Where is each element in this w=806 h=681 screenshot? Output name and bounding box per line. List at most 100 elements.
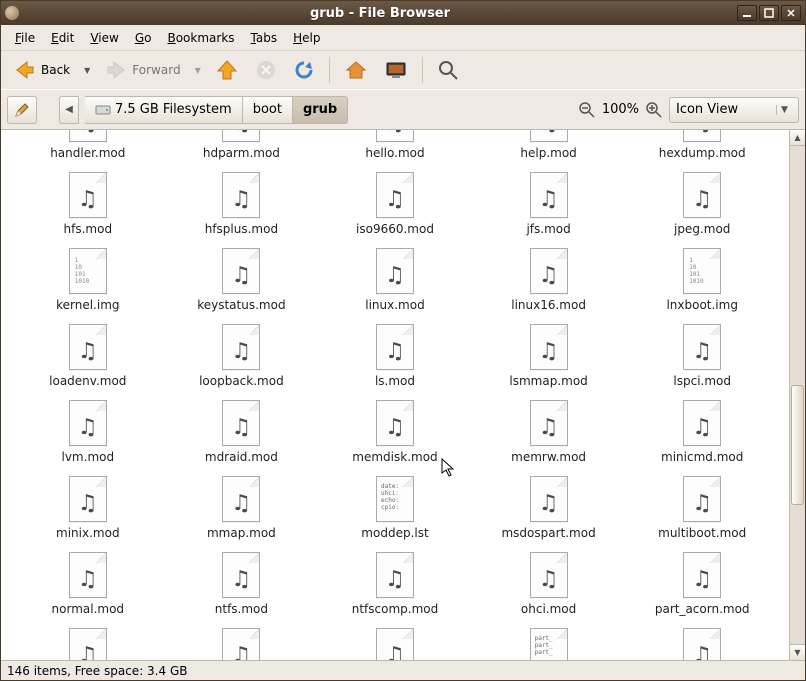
file-item[interactable]: ♫normal.mod: [11, 546, 165, 622]
search-button[interactable]: [431, 56, 465, 84]
scroll-thumb[interactable]: [791, 385, 804, 505]
toolbar-separator: [329, 57, 330, 83]
crumb-boot[interactable]: boot: [243, 96, 293, 124]
file-item[interactable]: ♫minicmd.mod: [625, 394, 779, 470]
file-item[interactable]: ♫iso9660.mod: [318, 166, 472, 242]
file-item[interactable]: ♫mdraid.mod: [165, 394, 319, 470]
file-item[interactable]: ♫loopback.mod: [165, 318, 319, 394]
crumb-grub-label: grub: [303, 102, 337, 117]
crumb-drive[interactable]: 7.5 GB Filesystem: [85, 96, 243, 124]
menu-help[interactable]: Help: [285, 28, 328, 48]
file-item[interactable]: ♫jpeg.mod: [625, 166, 779, 242]
file-item[interactable]: ♫part_acorn.mod: [625, 546, 779, 622]
vertical-scrollbar[interactable]: ▲ ▼: [789, 130, 805, 660]
icon-view-area[interactable]: ♫handler.mod♫hdparm.mod♫hello.mod♫help.m…: [1, 130, 789, 660]
minimize-button[interactable]: [737, 5, 757, 21]
zoom-in-icon: [645, 101, 663, 119]
back-button[interactable]: Back: [7, 55, 76, 85]
menu-view[interactable]: View: [82, 28, 126, 48]
file-item[interactable]: ♫help.mod: [472, 130, 626, 166]
home-icon: [344, 58, 368, 82]
file-icon: ♫: [374, 170, 416, 220]
file-icon: ♫: [220, 626, 262, 660]
menu-edit[interactable]: Edit: [43, 28, 82, 48]
computer-button[interactable]: [378, 55, 414, 85]
file-item[interactable]: ♫multiboot.mod: [625, 470, 779, 546]
file-item[interactable]: part_ part_ part_: [472, 622, 626, 660]
file-icon: ♫: [220, 130, 262, 144]
file-icon: ♫: [220, 170, 262, 220]
file-item[interactable]: ♫loadenv.mod: [11, 318, 165, 394]
file-icon: ♫: [220, 246, 262, 296]
file-item[interactable]: ♫lsmmap.mod: [472, 318, 626, 394]
scroll-track[interactable]: [790, 146, 805, 644]
file-label: part_acorn.mod: [655, 602, 750, 616]
file-label: ntfs.mod: [215, 602, 268, 616]
file-item[interactable]: ♫handler.mod: [11, 130, 165, 166]
file-item[interactable]: 1 10 101 1010kernel.img: [11, 242, 165, 318]
drive-icon: [95, 103, 111, 117]
file-item[interactable]: ♫ls.mod: [318, 318, 472, 394]
file-icon: ♫: [67, 130, 109, 144]
search-icon: [437, 59, 459, 81]
chevron-down-icon: ▼: [776, 105, 792, 115]
file-item[interactable]: ♫hfs.mod: [11, 166, 165, 242]
file-item[interactable]: ♫lspci.mod: [625, 318, 779, 394]
file-icon: ♫: [528, 130, 570, 144]
reload-icon: [293, 59, 315, 81]
close-button[interactable]: [781, 5, 801, 21]
maximize-button[interactable]: [759, 5, 779, 21]
file-label: msdospart.mod: [501, 526, 595, 540]
back-arrow-icon: [13, 58, 37, 82]
menu-file[interactable]: File: [7, 28, 43, 48]
file-item[interactable]: ♫msdospart.mod: [472, 470, 626, 546]
view-mode-select[interactable]: Icon View ▼: [669, 97, 799, 123]
file-item[interactable]: ♫lvm.mod: [11, 394, 165, 470]
home-button[interactable]: [338, 55, 374, 85]
file-item[interactable]: date: uhci: echo: cpio:moddep.lst: [318, 470, 472, 546]
file-item[interactable]: ♫: [11, 622, 165, 660]
file-label: ohci.mod: [521, 602, 576, 616]
file-item[interactable]: ♫ntfs.mod: [165, 546, 319, 622]
file-item[interactable]: ♫jfs.mod: [472, 166, 626, 242]
file-item[interactable]: ♫mmap.mod: [165, 470, 319, 546]
file-item[interactable]: ♫keystatus.mod: [165, 242, 319, 318]
file-item[interactable]: ♫: [625, 622, 779, 660]
back-history-dropdown[interactable]: ▼: [80, 66, 94, 75]
file-item[interactable]: ♫ hdparm.mod: [165, 130, 319, 166]
forward-label: Forward: [132, 63, 180, 77]
file-icon: ♫: [374, 130, 416, 144]
file-item[interactable]: ♫hexdump.mod: [625, 130, 779, 166]
file-item[interactable]: ♫memdisk.mod: [318, 394, 472, 470]
menu-go[interactable]: Go: [127, 28, 160, 48]
zoom-in-button[interactable]: [645, 101, 663, 119]
file-label: ls.mod: [375, 374, 415, 388]
file-icon: ♫: [681, 626, 723, 660]
scroll-down-button[interactable]: ▼: [790, 644, 805, 660]
titlebar[interactable]: grub - File Browser: [1, 1, 805, 25]
file-item[interactable]: ♫hfsplus.mod: [165, 166, 319, 242]
reload-button[interactable]: [287, 56, 321, 84]
zoom-out-button[interactable]: [578, 101, 596, 119]
file-item[interactable]: ♫memrw.mod: [472, 394, 626, 470]
file-item[interactable]: ♫ohci.mod: [472, 546, 626, 622]
up-button[interactable]: [209, 55, 245, 85]
file-label: hdparm.mod: [203, 146, 280, 160]
menu-bookmarks[interactable]: Bookmarks: [159, 28, 242, 48]
main-toolbar: Back ▼ Forward ▼: [1, 51, 805, 89]
file-item[interactable]: ♫linux.mod: [318, 242, 472, 318]
file-item[interactable]: ♫: [318, 622, 472, 660]
file-item[interactable]: ♫ntfscomp.mod: [318, 546, 472, 622]
file-item[interactable]: ♫linux16.mod: [472, 242, 626, 318]
breadcrumb-scroll-left[interactable]: ◀: [59, 96, 79, 124]
menu-tabs[interactable]: Tabs: [243, 28, 286, 48]
file-item[interactable]: ♫hello.mod: [318, 130, 472, 166]
file-item[interactable]: ♫minix.mod: [11, 470, 165, 546]
file-item[interactable]: ♫: [165, 622, 319, 660]
file-item[interactable]: 1 10 101 1010lnxboot.img: [625, 242, 779, 318]
edit-path-button[interactable]: [7, 96, 37, 124]
scroll-up-button[interactable]: ▲: [790, 130, 805, 146]
file-label: linux16.mod: [511, 298, 586, 312]
crumb-grub[interactable]: grub: [293, 96, 348, 124]
file-label: minicmd.mod: [661, 450, 743, 464]
